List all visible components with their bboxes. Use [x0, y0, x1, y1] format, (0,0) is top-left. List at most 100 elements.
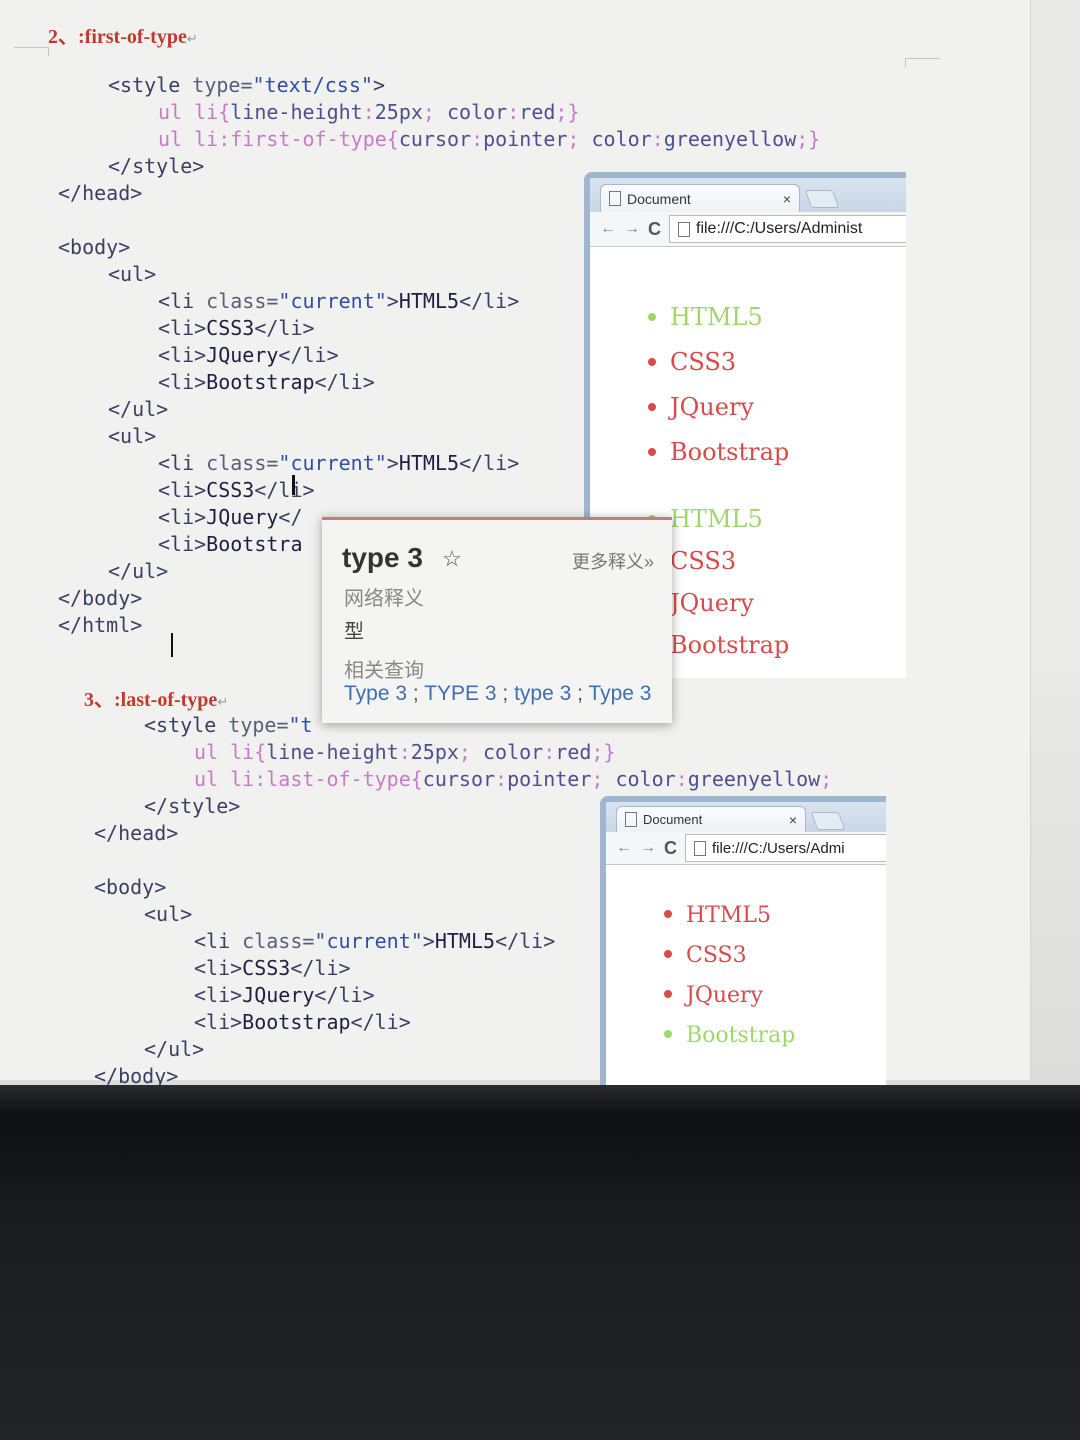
mouse-ibeam-cursor [292, 475, 295, 495]
code-token: greenyellow [687, 767, 821, 791]
code-token: JQuery [206, 343, 279, 367]
page-icon [694, 840, 706, 856]
more-definitions-link[interactable]: 更多释义» [572, 548, 654, 574]
monitor-screen: 2、:first-of-type↵ <style type="text/css"… [0, 0, 1080, 1085]
code-token: "t [288, 713, 313, 737]
code-token: : [651, 127, 664, 151]
code-token: <ul> [108, 424, 157, 448]
code-token: ;} [796, 127, 821, 151]
code-token: <li> [158, 505, 207, 529]
code-token: HTML5 [398, 289, 460, 313]
address-text: file:///C:/Users/Administ [696, 220, 863, 237]
reload-icon[interactable]: C [664, 838, 677, 859]
code-token: : [471, 127, 484, 151]
popup-headword: type 3 [342, 542, 423, 573]
bullet-icon [648, 402, 656, 411]
address-bar[interactable]: file:///C:/Users/Admi [685, 834, 886, 862]
new-tab-button[interactable] [804, 190, 840, 208]
back-arrow-icon[interactable]: ← [600, 220, 616, 238]
rendered-list-item-text: JQuery [670, 393, 754, 421]
code-token: Bootstrap [206, 370, 315, 394]
code-token: </ [278, 505, 303, 529]
code-token: </style> [108, 154, 205, 178]
code-line: ul li{line-height:25px; color:red;} [58, 99, 820, 126]
code-token: </li> [254, 316, 315, 340]
code-token: <ul> [108, 262, 157, 286]
related-query-link[interactable]: type 3 [514, 682, 571, 705]
bullet-icon [664, 910, 672, 918]
definition-text: 型 [344, 621, 364, 643]
browser-toolbar: ← → C file:///C:/Users/Administ [590, 212, 906, 247]
close-tab-icon[interactable]: × [783, 191, 791, 207]
code-token: class= [242, 929, 315, 953]
code-token: </head> [58, 181, 143, 205]
code-token: <li [194, 929, 243, 953]
section-heading-first-of-type: 2、:first-of-type↵ [48, 26, 198, 48]
code-token: </head> [94, 821, 179, 845]
code-token: ul li{ [194, 740, 267, 764]
code-token: ; [820, 767, 833, 791]
dictionary-popup[interactable]: type 3 ☆ 更多释义» 网络释义 型 相关查询 Type 3 ; TYPE… [322, 517, 672, 723]
document-page[interactable]: 2、:first-of-type↵ <style type="text/css"… [0, 0, 1031, 1085]
monitor-bezel [0, 1085, 1080, 1440]
browser-tab-title: Document [627, 190, 691, 207]
code-token: JQuery [242, 983, 315, 1007]
bullet-icon [664, 1030, 672, 1038]
code-token: <li> [194, 983, 243, 1007]
code-token: HTML5 [398, 451, 460, 475]
code-token: </html> [58, 613, 143, 637]
bullet-icon [648, 312, 656, 321]
code-token: "current" [278, 451, 387, 475]
rendered-list-item-text: JQuery [670, 589, 754, 617]
code-token: </li> [290, 956, 351, 980]
browser-tab[interactable]: Document × [616, 806, 806, 832]
code-token: cursor [422, 767, 496, 791]
rendered-list-item-text: CSS3 [670, 348, 737, 376]
forward-arrow-icon[interactable]: → [624, 220, 640, 238]
code-token: <li [158, 289, 207, 313]
close-tab-icon[interactable]: × [789, 812, 797, 828]
forward-arrow-icon[interactable]: → [640, 839, 656, 857]
code-token: </li> [459, 451, 520, 475]
rendered-list-item: JQuery [648, 393, 754, 421]
margin-marker [905, 58, 940, 67]
rendered-list-item: HTML5 [648, 303, 763, 331]
back-arrow-icon[interactable]: ← [616, 839, 632, 857]
code-token: <li> [158, 316, 207, 340]
code-token: 25px [374, 100, 423, 124]
code-token: red [519, 100, 556, 124]
rendered-list-item-text: JQuery [686, 983, 763, 1008]
code-token: red [555, 740, 592, 764]
related-query-link[interactable]: Type 3 [344, 682, 407, 705]
new-tab-button[interactable] [810, 812, 846, 830]
star-outline-icon[interactable]: ☆ [442, 546, 462, 572]
code-token: : [362, 100, 375, 124]
address-bar[interactable]: file:///C:/Users/Administ [669, 215, 906, 243]
browser-window-last-of-type: Document × ← → C file:///C:/Users/Admi H… [600, 796, 886, 1085]
code-token: <body> [58, 235, 131, 259]
code-token: </li> [278, 343, 339, 367]
rendered-list-item: Bootstrap [664, 1023, 795, 1048]
code-token: CSS3 [206, 316, 255, 340]
code-token: ; [591, 767, 616, 791]
code-token: </ul> [108, 559, 169, 583]
related-query-link[interactable]: TYPE 3 [424, 682, 496, 705]
code-token: ;} [591, 740, 616, 764]
reload-icon[interactable]: C [648, 219, 661, 240]
related-queries-label: 相关查询 [344, 660, 424, 682]
bullet-icon [648, 447, 656, 456]
address-text: file:///C:/Users/Admi [712, 839, 845, 857]
margin-marker [14, 47, 49, 56]
browser-tab[interactable]: Document × [600, 184, 800, 212]
code-token: CSS3 [242, 956, 291, 980]
code-token: <style [108, 73, 193, 97]
rendered-list-item: CSS3 [648, 348, 736, 376]
code-token: </li> [459, 289, 520, 313]
code-token: <li> [158, 478, 207, 502]
code-token: </ul> [144, 1037, 205, 1061]
related-query-link[interactable]: Type 3 [588, 682, 651, 705]
code-token: <body> [94, 875, 167, 899]
code-token: <style [144, 713, 229, 737]
code-token: > [386, 451, 399, 475]
browser-tab-title: Document [643, 812, 703, 827]
